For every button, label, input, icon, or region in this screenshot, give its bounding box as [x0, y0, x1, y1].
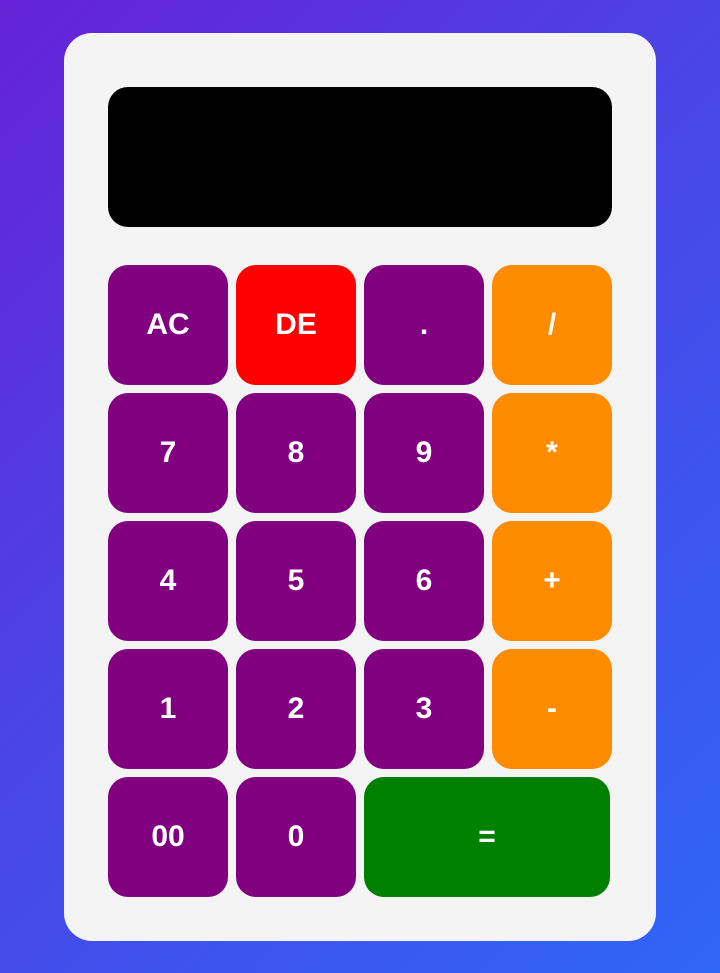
- digit-7-button[interactable]: 7: [108, 393, 228, 513]
- divide-button[interactable]: /: [492, 265, 612, 385]
- equals-button[interactable]: =: [364, 777, 610, 897]
- decimal-point-button[interactable]: .: [364, 265, 484, 385]
- digit-8-button[interactable]: 8: [236, 393, 356, 513]
- digit-9-button[interactable]: 9: [364, 393, 484, 513]
- plus-button[interactable]: +: [492, 521, 612, 641]
- digit-2-button[interactable]: 2: [236, 649, 356, 769]
- digit-0-button[interactable]: 0: [236, 777, 356, 897]
- calculator-panel: AC DE . / 7 8 9 * 4 5 6 + 1 2 3 - 00 0 =: [64, 33, 656, 941]
- digit-4-button[interactable]: 4: [108, 521, 228, 641]
- double-zero-button[interactable]: 00: [108, 777, 228, 897]
- digit-3-button[interactable]: 3: [364, 649, 484, 769]
- digit-1-button[interactable]: 1: [108, 649, 228, 769]
- multiply-button[interactable]: *: [492, 393, 612, 513]
- digit-6-button[interactable]: 6: [364, 521, 484, 641]
- calculator-display: [108, 87, 612, 227]
- digit-5-button[interactable]: 5: [236, 521, 356, 641]
- all-clear-button[interactable]: AC: [108, 265, 228, 385]
- minus-button[interactable]: -: [492, 649, 612, 769]
- delete-button[interactable]: DE: [236, 265, 356, 385]
